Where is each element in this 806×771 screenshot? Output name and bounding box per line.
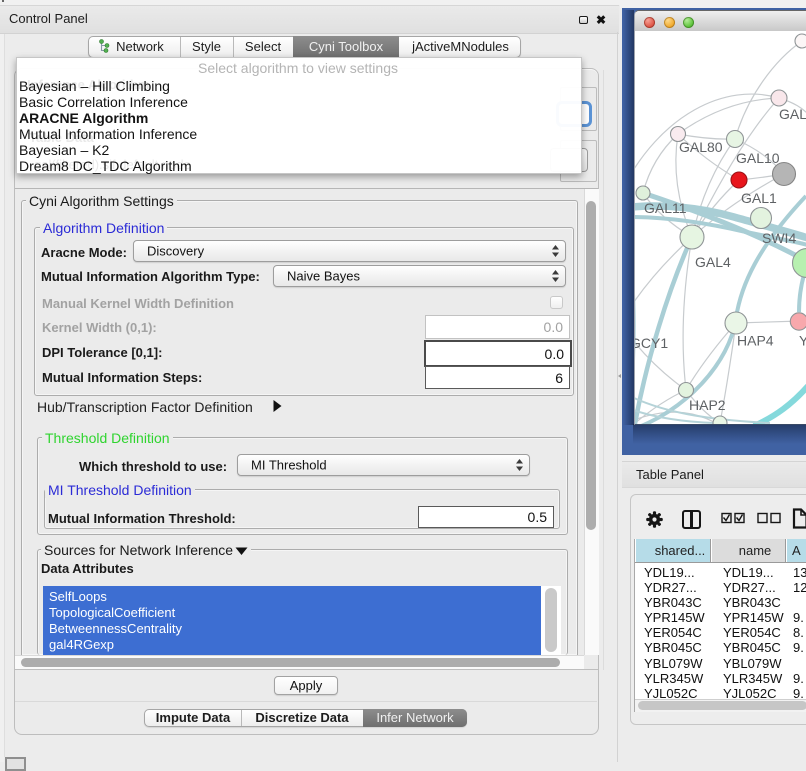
svg-text:GAL1: GAL1 [741, 190, 777, 206]
svg-text:GAL80: GAL80 [679, 139, 723, 155]
svg-text:GAL11: GAL11 [644, 200, 687, 216]
svg-text:SWI4: SWI4 [762, 230, 796, 246]
svg-text:GAL10: GAL10 [736, 150, 780, 166]
svg-text:HAP4: HAP4 [737, 333, 774, 349]
svg-text:GAL4: GAL4 [695, 254, 731, 270]
svg-text:YJ: YJ [799, 333, 806, 349]
svg-text:HAP2: HAP2 [689, 397, 726, 413]
svg-text:GCY1: GCY1 [635, 335, 668, 351]
svg-text:GAL7: GAL7 [779, 106, 806, 122]
